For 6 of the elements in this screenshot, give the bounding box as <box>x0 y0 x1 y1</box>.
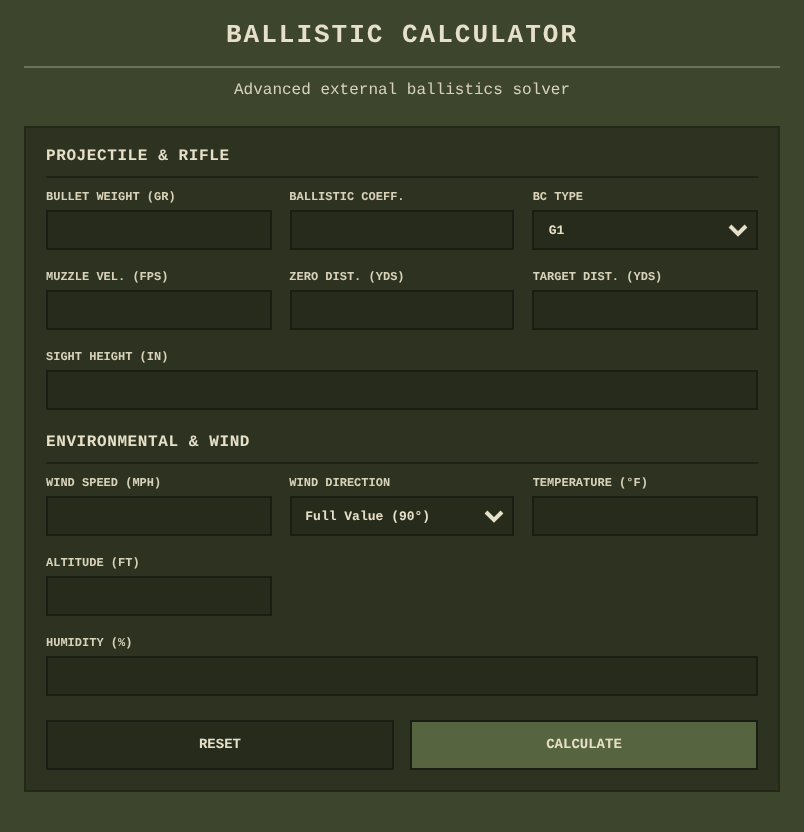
chevron-down-icon <box>727 223 748 237</box>
subtitle: Advanced external ballistics solver <box>231 82 573 102</box>
page-title: BALLISTIC CALCULATOR <box>223 20 581 52</box>
section-title: PROJECTILE & RIFLE <box>46 148 232 168</box>
chevron-down-icon <box>484 509 505 523</box>
section-title: ENVIRONMENTAL & WIND <box>46 434 253 454</box>
